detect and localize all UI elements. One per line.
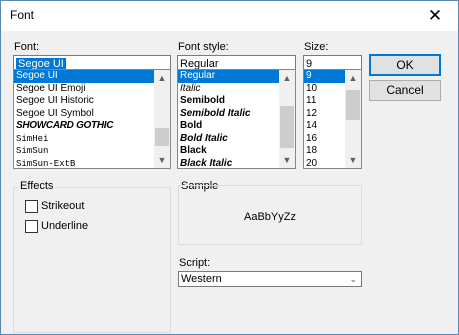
list-item[interactable]: Black: [178, 145, 295, 158]
underline-checkbox[interactable]: [25, 220, 38, 233]
scroll-thumb[interactable]: [280, 106, 294, 148]
list-item[interactable]: SimSun-ExtB: [14, 158, 170, 169]
close-icon[interactable]: ✕: [412, 1, 458, 31]
script-select[interactable]: Western ⌄: [178, 271, 362, 287]
scroll-thumb[interactable]: [346, 90, 360, 120]
strikeout-label: Strikeout: [41, 200, 85, 212]
script-value: Western: [181, 273, 222, 285]
list-item[interactable]: SimSun: [14, 145, 170, 158]
size-label: Size:: [304, 41, 329, 53]
list-item[interactable]: Black Italic: [178, 158, 295, 169]
list-item[interactable]: Italic: [178, 83, 295, 96]
font-list-items: Segoe UI Segoe UI Emoji Segoe UI Historic S…: [14, 70, 170, 169]
sample-text: AaBbYyZz: [244, 211, 296, 223]
scroll-thumb[interactable]: [155, 128, 169, 146]
dialog-title: Font: [10, 8, 35, 22]
font-list[interactable]: Segoe UI Segoe UI Emoji Segoe UI Historic S…: [13, 69, 171, 169]
list-item[interactable]: Bold: [178, 120, 295, 133]
scroll-up-icon[interactable]: ▲: [279, 70, 295, 86]
sample-box: AaBbYyZz: [178, 185, 362, 245]
list-item[interactable]: Regular: [178, 70, 295, 83]
list-item[interactable]: Bold Italic: [178, 133, 295, 146]
ok-button[interactable]: OK: [369, 54, 441, 76]
underline-label: Underline: [41, 220, 89, 232]
font-dialog: Font ✕ Font: Segoe UI Segoe UI Segoe UI E…: [0, 0, 459, 335]
font-style-list-items: Regular Italic Semibold Semibold Italic Bold…: [178, 70, 295, 169]
scroll-down-icon[interactable]: ▼: [279, 152, 295, 168]
font-style-list[interactable]: Regular Italic Semibold Semibold Italic Bold…: [177, 69, 296, 169]
list-item[interactable]: SimHei: [14, 133, 170, 146]
font-style-scrollbar[interactable]: ▲ ▼: [279, 70, 295, 168]
list-item[interactable]: Semibold: [178, 95, 295, 108]
script-label: Script:: [179, 257, 211, 269]
scroll-up-icon[interactable]: ▲: [345, 70, 361, 86]
list-item[interactable]: Segoe UI Symbol: [14, 108, 170, 121]
chevron-down-icon: ⌄: [349, 274, 357, 284]
font-label: Font:: [14, 41, 40, 53]
scroll-down-icon[interactable]: ▼: [345, 152, 361, 168]
list-item[interactable]: Segoe UI Historic: [14, 95, 170, 108]
scroll-down-icon[interactable]: ▼: [154, 152, 170, 168]
list-item[interactable]: Segoe UI Emoji: [14, 83, 170, 96]
list-item[interactable]: SHOWCARD GOTHIC: [14, 120, 170, 133]
cancel-button[interactable]: Cancel: [369, 80, 441, 101]
effects-label: Effects: [18, 180, 56, 192]
font-style-label: Font style:: [178, 41, 229, 53]
title-bar: Font ✕: [1, 1, 458, 31]
size-scrollbar[interactable]: ▲ ▼: [345, 70, 361, 168]
font-list-scrollbar[interactable]: ▲ ▼: [154, 70, 170, 168]
list-item[interactable]: Segoe UI: [14, 70, 170, 83]
strikeout-checkbox[interactable]: [25, 200, 38, 213]
size-list[interactable]: 9 10 11 12 14 16 18 20 ▲ ▼: [303, 69, 362, 169]
scroll-up-icon[interactable]: ▲: [154, 70, 170, 86]
list-item[interactable]: Semibold Italic: [178, 108, 295, 121]
